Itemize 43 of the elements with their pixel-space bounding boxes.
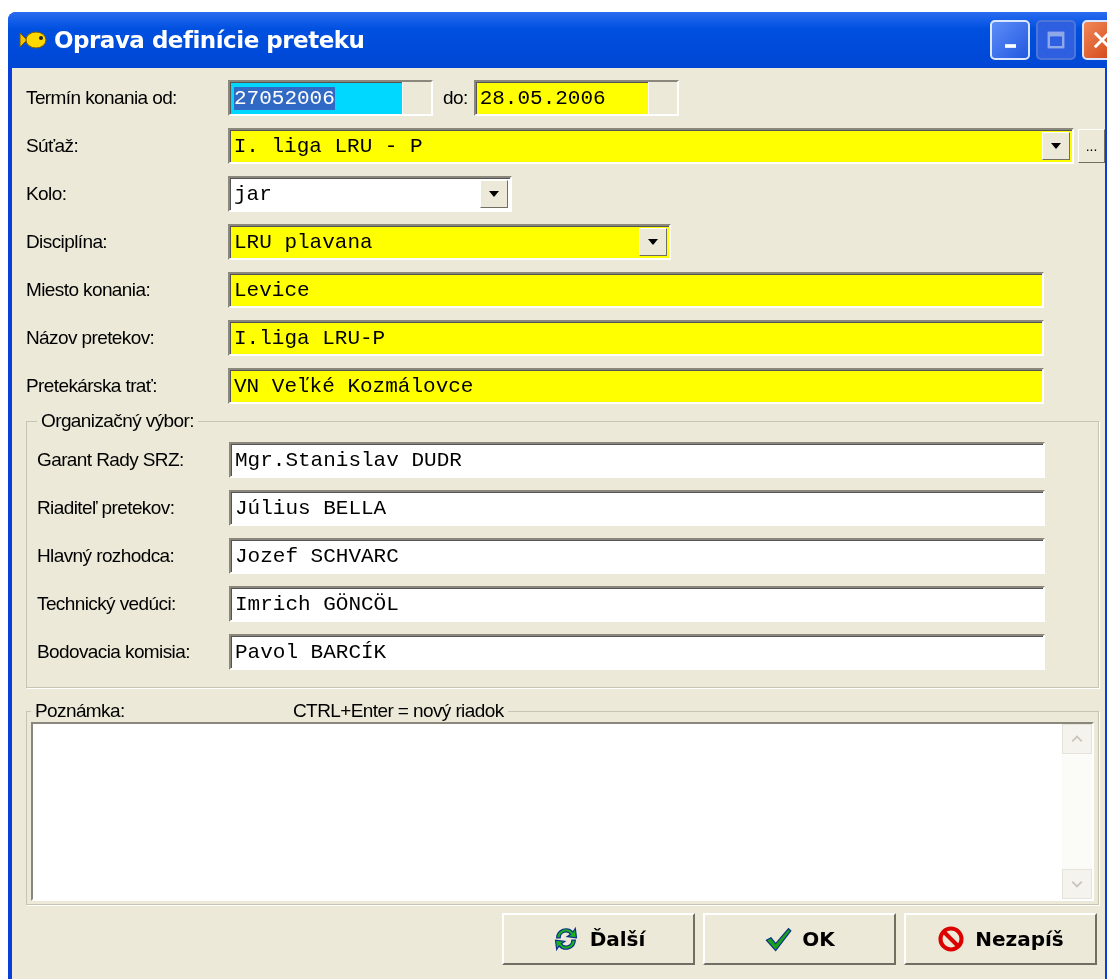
- text-field[interactable]: Levice: [228, 272, 1044, 308]
- text-field[interactable]: Mgr.Stanislav DUDR: [229, 442, 1045, 478]
- field-label: Súťaž:: [26, 135, 80, 157]
- group-title: Organizačný výbor:: [40, 410, 195, 432]
- field-label: Garant Rady SRZ:: [37, 449, 185, 471]
- fish-icon: [18, 29, 48, 51]
- scroll-up-icon: [1062, 724, 1092, 754]
- text-field[interactable]: Július BELLA: [229, 490, 1045, 526]
- hint-text: CTRL+Enter = nový riadok: [293, 700, 504, 722]
- scrollbar[interactable]: [1062, 724, 1092, 899]
- prohibited-icon: [937, 925, 966, 953]
- field-label: Disciplína:: [26, 231, 109, 253]
- date-field[interactable]: 28.05.2006: [473, 80, 679, 116]
- field-label: Bodovacia komisia:: [37, 641, 191, 663]
- minimize-icon: [1004, 44, 1016, 48]
- field-label: Kolo:: [26, 183, 68, 205]
- group-title: Poznámka:: [35, 700, 126, 722]
- field-label: do:: [443, 87, 468, 109]
- text-field[interactable]: I.liga LRU-P: [228, 320, 1044, 356]
- text-field[interactable]: VN Veľké Kozmálovce: [228, 368, 1044, 404]
- ok-button[interactable]: OK: [703, 913, 896, 965]
- text-field[interactable]: Jozef SCHVARC: [229, 538, 1045, 574]
- field-label: Technický vedúci:: [37, 593, 177, 615]
- field-label: Názov pretekov:: [26, 327, 156, 349]
- checkmark-icon: [764, 925, 793, 953]
- dropdown-field[interactable]: I. liga LRU - P: [227, 128, 1075, 164]
- minimize-button[interactable]: [990, 20, 1030, 60]
- maximize-button[interactable]: [1036, 20, 1076, 60]
- cancel-button[interactable]: Nezapíš: [904, 913, 1097, 965]
- field-label: Termín konania od:: [26, 87, 178, 109]
- field-label: Riaditeľ pretekov:: [37, 497, 176, 519]
- text-field[interactable]: Imrich GÖNCÖL: [229, 586, 1045, 622]
- next-button[interactable]: Ďalší: [502, 913, 695, 965]
- text-field[interactable]: Pavol BARCÍK: [229, 634, 1045, 670]
- browse-button[interactable]: ...: [1078, 129, 1105, 163]
- field-label: Hlavný rozhodca:: [37, 545, 176, 567]
- date-field[interactable]: 27052006: [228, 80, 433, 116]
- scroll-down-icon: [1062, 869, 1092, 899]
- dropdown-field[interactable]: LRU plavana: [228, 224, 671, 260]
- field-label: Miesto konania:: [26, 279, 152, 301]
- window-title: Oprava definície preteku: [54, 27, 365, 53]
- dropdown-field[interactable]: jar: [228, 176, 512, 212]
- field-label: Pretekárska trať:: [26, 375, 159, 397]
